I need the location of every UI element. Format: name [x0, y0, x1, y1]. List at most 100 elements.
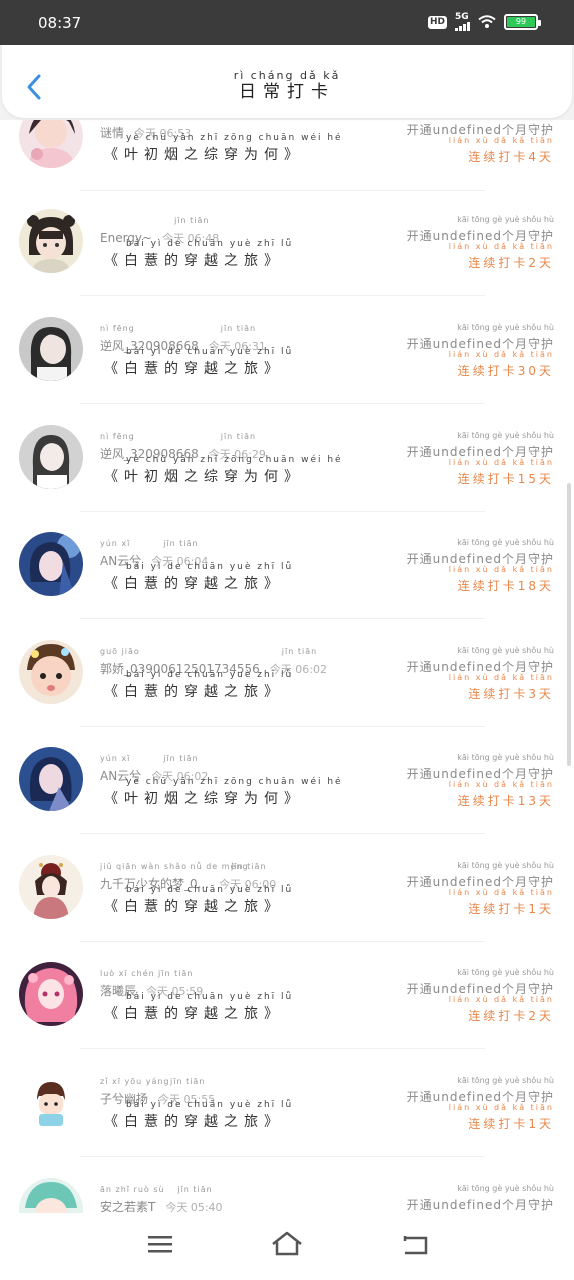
checkin-row[interactable]: nì fēng 逆风_320908668 jīn tiān 今天 06:31 bái y…: [0, 317, 574, 425]
book-info: yè chū yān zhī zōng chuān wéi hé 《叶初烟之综穿为…: [104, 133, 341, 164]
status-bar: 08:37 HD 5G 99: [0, 0, 574, 45]
book-info: bái yì de chuān yuè zhī lǚ 《白薏的穿越之旅》: [104, 992, 291, 1023]
username-pinyin: luò xī chén: [100, 969, 155, 978]
time-pinyin: jīn tiān: [174, 216, 210, 225]
book-info: yè chū yān zhī zōng chuān wéi hé 《叶初烟之综穿为…: [104, 777, 341, 808]
menu-icon[interactable]: [140, 1229, 180, 1259]
username-pinyin: nì fēng: [100, 432, 135, 441]
row-divider: [80, 618, 485, 619]
scrollbar[interactable]: [567, 483, 571, 766]
checkin-row[interactable]: ān zhī ruò sù 安之若素T jīn tiān 今天 05:40 kāi tō…: [0, 1178, 574, 1213]
streak-info: lián xù dǎ kǎ tiān 连续打卡2天: [449, 242, 554, 271]
avatar[interactable]: [19, 532, 83, 596]
network-label: 5G: [455, 12, 469, 22]
book-title[interactable]: 《白薏的穿越之旅》: [104, 899, 284, 915]
guard-status-text: 开通undefined个月守护: [406, 1090, 554, 1104]
book-title[interactable]: 《白薏的穿越之旅》: [104, 684, 284, 700]
book-title[interactable]: 《白薏的穿越之旅》: [104, 361, 284, 377]
book-title-pinyin: bái yì de chuān yuè zhī lǚ: [126, 239, 294, 249]
row-divider: [80, 1048, 485, 1049]
guard-status-text: 开通undefined个月守护: [406, 767, 554, 781]
row-divider: [80, 833, 485, 834]
book-title-pinyin: bái yì de chuān yuè zhī lǚ: [126, 670, 294, 680]
status-time: 08:37: [38, 14, 82, 32]
avatar[interactable]: [19, 1178, 83, 1213]
home-icon[interactable]: [267, 1229, 307, 1259]
username-pinyin: zǐ xī yōu yáng: [100, 1077, 170, 1086]
streak-info: lián xù dǎ kǎ tiān 连续打卡4天: [449, 136, 554, 165]
username[interactable]: 安之若素T: [100, 1200, 155, 1213]
row-divider: [80, 941, 485, 942]
username-pinyin: ān zhī ruò sù: [100, 1185, 165, 1194]
streak-badge: 连续打卡30天: [457, 364, 554, 378]
guard-status: kāi tōng gè yuè shǒu hù 开通undefined个月守护: [407, 1184, 554, 1213]
streak-badge: 连续打卡13天: [457, 794, 554, 808]
book-title[interactable]: 《白薏的穿越之旅》: [104, 576, 284, 592]
hd-badge: HD: [427, 15, 447, 29]
row-divider: [80, 726, 485, 727]
streak-pinyin: lián xù dǎ kǎ tiān: [448, 136, 554, 145]
page-title: 日常打卡: [239, 82, 335, 102]
book-info: bái yì de chuān yuè zhī lǚ 《白薏的穿越之旅》: [104, 562, 291, 593]
book-title[interactable]: 《叶初烟之综穿为何》: [104, 147, 304, 163]
checkin-row[interactable]: luò xī chén 落曦辰 jīn tiān 今天 05:59 bái yì de …: [0, 962, 574, 1070]
time-pinyin: jīn tiān: [220, 324, 257, 333]
time-pinyin: jīn tiān: [170, 1077, 206, 1086]
checkin-row[interactable]: zǐ xī yōu yáng 子兮幽扬 jīn tiān 今天 05:55 bái yì…: [0, 1070, 574, 1178]
guard-status-pinyin: kāi tōng gè yuè shǒu hù: [457, 215, 554, 224]
checkin-row[interactable]: yún xī AN云兮 jīn tiān 今天 06:02 yè chū yān zhī…: [0, 747, 574, 855]
guard-status-text: 开通undefined个月守护: [406, 229, 554, 243]
checkin-row[interactable]: nì fēng 逆风_320908668 jīn tiān 今天 06:29 yè ch…: [0, 425, 574, 533]
guard-status-pinyin: kāi tōng gè yuè shǒu hù: [457, 431, 554, 440]
streak-badge: 连续打卡3天: [468, 687, 554, 701]
checkin-row[interactable]: Energy~ jīn tiān 今天 06:48 bái yì de chuān y…: [0, 209, 574, 317]
book-title[interactable]: 《叶初烟之综穿为何》: [104, 469, 304, 485]
signal-icon: 5G: [455, 13, 470, 31]
checkin-row[interactable]: guō jiāo 郭娇_03900612501734556 jīn tiān 今天 0…: [0, 640, 574, 748]
streak-info: lián xù dǎ kǎ tiān 连续打卡1天: [449, 888, 554, 917]
book-title-pinyin: yè chū yān zhī zōng chuān wéi hé: [126, 133, 343, 143]
avatar[interactable]: [19, 1070, 83, 1134]
page-title-wrap: rì cháng dǎ kǎ 日常打卡: [2, 69, 572, 102]
streak-info: lián xù dǎ kǎ tiān 连续打卡2天: [449, 995, 554, 1024]
time-pinyin: jīn tiān: [281, 647, 318, 656]
streak-info: lián xù dǎ kǎ tiān 连续打卡13天: [449, 780, 554, 809]
book-info: bái yì de chuān yuè zhī lǚ 《白薏的穿越之旅》: [104, 1100, 291, 1131]
streak-pinyin: lián xù dǎ kǎ tiān: [448, 888, 554, 897]
username[interactable]: 谜情: [100, 126, 124, 140]
bottom-nav: [0, 1213, 574, 1280]
book-info: bái yì de chuān yuè zhī lǚ 《白薏的穿越之旅》: [104, 670, 291, 701]
book-info: bái yì de chuān yuè zhī lǚ 《白薏的穿越之旅》: [104, 885, 291, 916]
book-title[interactable]: 《叶初烟之综穿为何》: [104, 791, 304, 807]
streak-pinyin: lián xù dǎ kǎ tiān: [448, 565, 554, 574]
time-pinyin: jīn tiān: [177, 1185, 213, 1194]
avatar[interactable]: [19, 425, 83, 489]
avatar[interactable]: [19, 855, 83, 919]
book-title-pinyin: bái yì de chuān yuè zhī lǚ: [126, 347, 294, 357]
avatar[interactable]: [19, 747, 83, 811]
streak-info: lián xù dǎ kǎ tiān 连续打卡15天: [449, 458, 554, 487]
guard-status-text: 开通undefined个月守护: [406, 445, 554, 459]
avatar[interactable]: [19, 209, 83, 273]
username-pinyin: yún xī: [100, 539, 131, 548]
avatar[interactable]: [19, 640, 83, 704]
guard-status-text: 开通undefined个月守护: [406, 123, 554, 137]
row-divider: [80, 511, 485, 512]
avatar[interactable]: [19, 317, 83, 381]
guard-status-text: 开通undefined个月守护: [406, 660, 554, 674]
book-title[interactable]: 《白薏的穿越之旅》: [104, 253, 284, 269]
book-title[interactable]: 《白薏的穿越之旅》: [104, 1114, 284, 1130]
checkin-row[interactable]: yún xī AN云兮 jīn tiān 今天 06:04 bái yì de chuā…: [0, 532, 574, 640]
guard-status-pinyin: kāi tōng gè yuè shǒu hù: [457, 538, 554, 547]
checkin-list[interactable]: 谜情 今天 06:53 yè chū yān zhī zōng chuān wéi …: [0, 120, 574, 1213]
back-icon[interactable]: [395, 1229, 435, 1259]
avatar[interactable]: [19, 962, 83, 1026]
book-title[interactable]: 《白薏的穿越之旅》: [104, 1006, 284, 1022]
book-title-pinyin: bái yì de chuān yuè zhī lǚ: [126, 1100, 294, 1110]
header-card: rì cháng dǎ kǎ 日常打卡: [2, 45, 572, 118]
checkin-row[interactable]: jiǔ qiān wàn shǎo nǚ de mèng 九千万少女的梦_0...…: [0, 855, 574, 963]
guard-status-text: 开通undefined个月守护: [406, 982, 554, 996]
book-title-pinyin: bái yì de chuān yuè zhī lǚ: [126, 885, 294, 895]
avatar[interactable]: [19, 120, 83, 168]
streak-pinyin: lián xù dǎ kǎ tiān: [448, 1103, 554, 1112]
